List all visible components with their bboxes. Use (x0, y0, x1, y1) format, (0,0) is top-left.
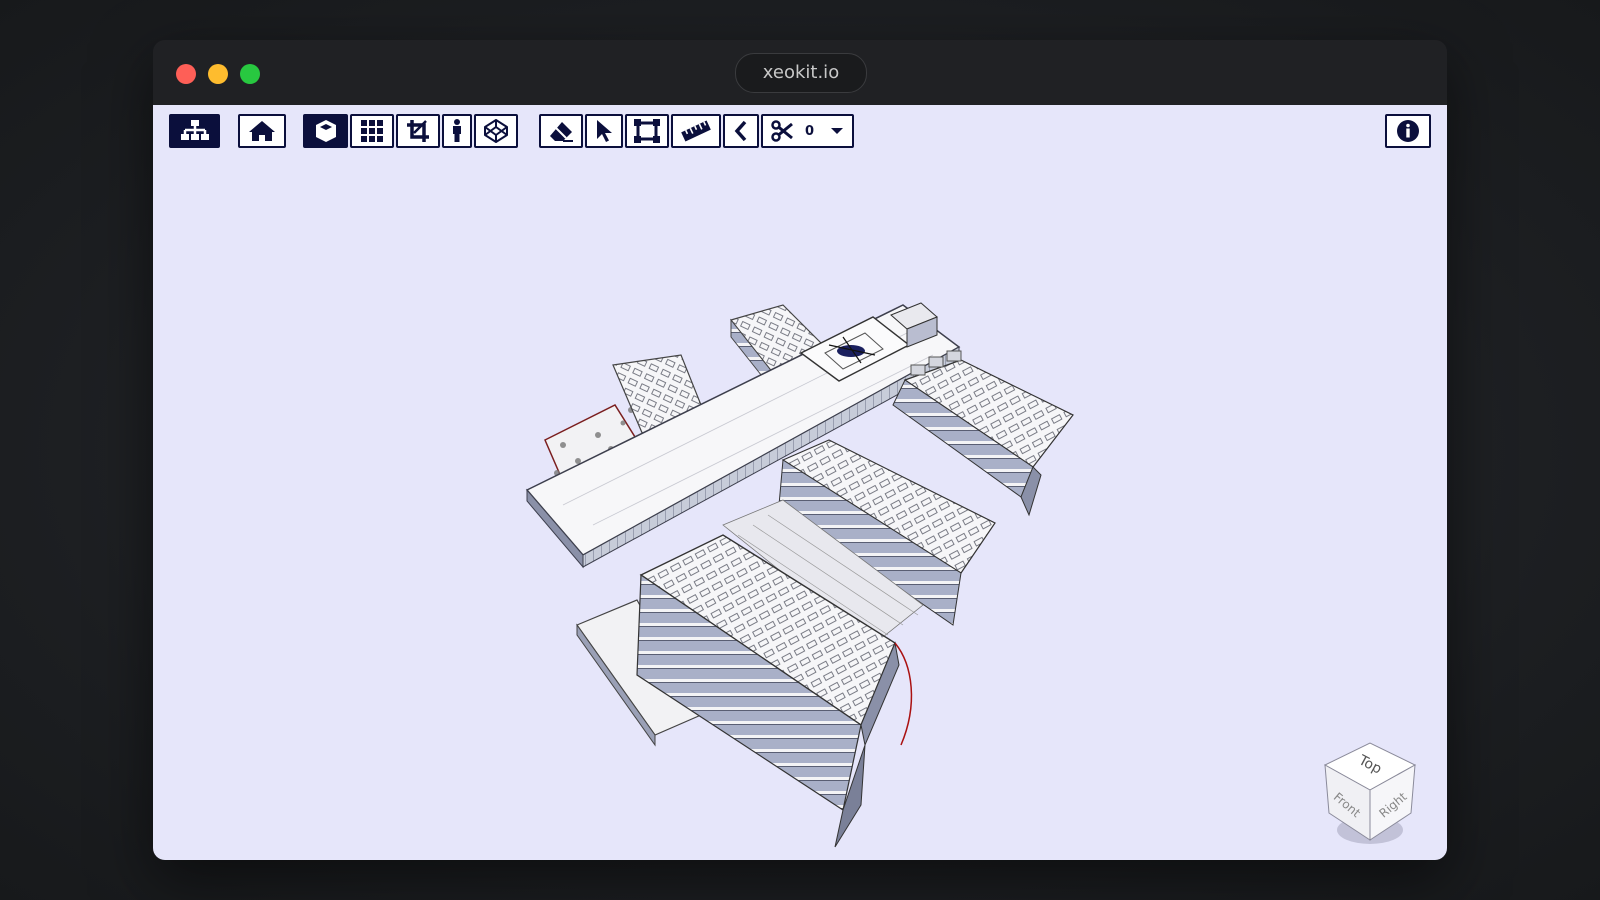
url-bar[interactable]: xeokit.io (735, 53, 867, 93)
maximize-window-button[interactable] (240, 64, 260, 84)
close-window-button[interactable] (176, 64, 196, 84)
navigation-cube[interactable]: Top Front Right (1315, 735, 1425, 850)
browser-window: xeokit.io 0 Top Front Right (153, 40, 1447, 860)
minimize-window-button[interactable] (208, 64, 228, 84)
building-model[interactable] (153, 105, 1447, 860)
3d-viewer[interactable]: 0 Top Front Right (153, 105, 1447, 860)
title-bar: xeokit.io (153, 40, 1447, 105)
